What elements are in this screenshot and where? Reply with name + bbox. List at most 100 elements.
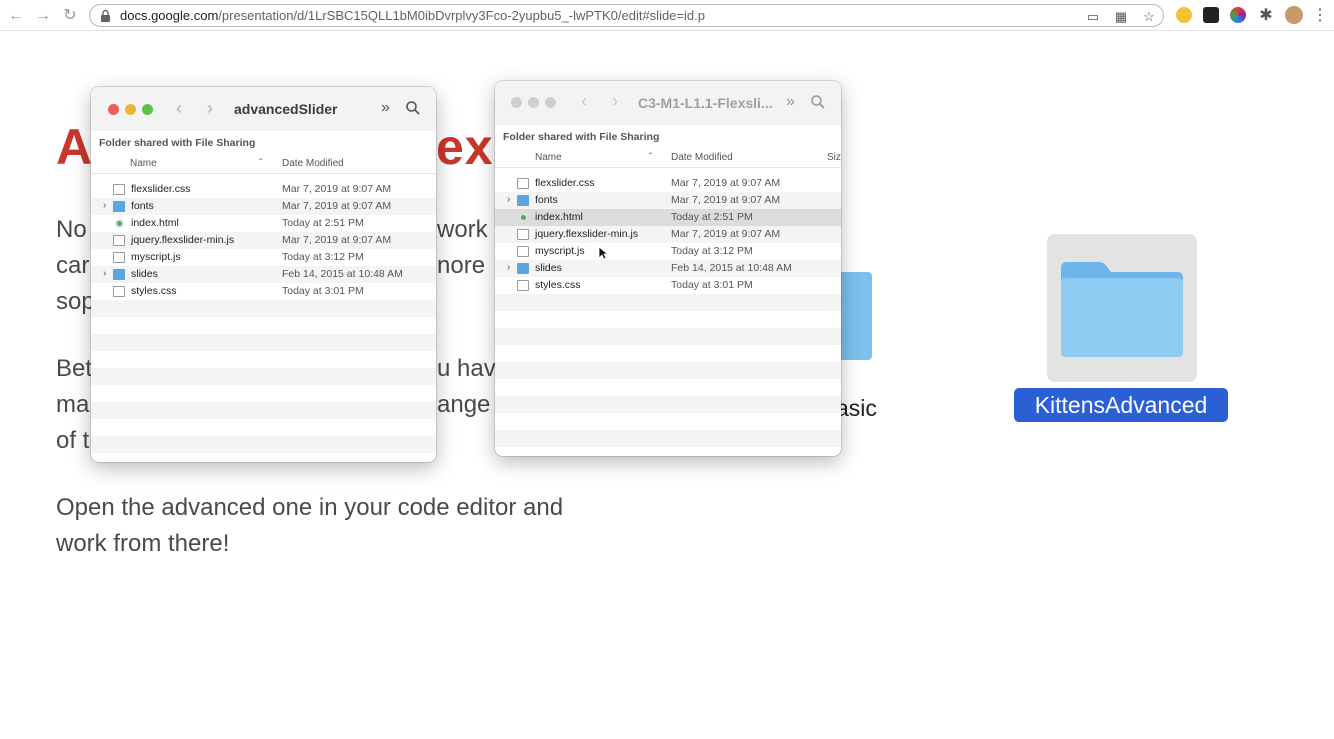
folder-icon xyxy=(517,195,529,206)
file-row[interactable]: flexslider.css Mar 7, 2019 at 9:07 AM xyxy=(495,175,841,192)
back-icon[interactable]: ← xyxy=(6,6,26,26)
empty-row xyxy=(91,334,436,351)
file-row[interactable]: index.html Today at 2:51 PM xyxy=(91,215,436,232)
file-row[interactable]: flexslider.css Mar 7, 2019 at 9:07 AM xyxy=(91,181,436,198)
file-date: Today at 2:51 PM xyxy=(282,217,364,229)
folder-row[interactable]: › fonts Mar 7, 2019 at 9:07 AM xyxy=(91,198,436,215)
disclosure-icon[interactable]: › xyxy=(103,268,106,279)
file-row[interactable]: jquery.flexslider-min.js Mar 7, 2019 at … xyxy=(91,232,436,249)
back-arrow-icon[interactable]: ‹ xyxy=(176,98,182,119)
column-header: Name ˆ Date Modified Siz xyxy=(495,148,841,168)
avatar[interactable] xyxy=(1285,6,1303,24)
para2-line3: of t xyxy=(56,427,90,454)
search-icon[interactable] xyxy=(811,95,825,109)
kittens-advanced-label[interactable]: KittensAdvanced xyxy=(1014,388,1228,422)
para1-line1-right: work xyxy=(437,216,488,243)
finder-title: C3-M1-L1.1-Flexsli... xyxy=(638,95,773,111)
close-button[interactable] xyxy=(511,97,522,108)
column-date[interactable]: Date Modified xyxy=(282,158,344,169)
file-name: jquery.flexslider-min.js xyxy=(535,228,639,240)
file-name: jquery.flexslider-min.js xyxy=(131,234,235,246)
para1-line2-right: nore xyxy=(437,252,486,279)
file-date: Today at 3:12 PM xyxy=(282,251,364,263)
back-arrow-icon[interactable]: ‹ xyxy=(581,91,587,112)
more-chevron-icon[interactable]: » xyxy=(381,99,390,117)
screen: ← → ↻ docs.google.com/presentation/d/1Lr… xyxy=(0,0,1334,739)
folder-row[interactable]: › slides Feb 14, 2015 at 10:48 AM xyxy=(91,266,436,283)
menu-icon[interactable]: ⋮ xyxy=(1310,6,1330,26)
mouse-cursor-icon xyxy=(598,246,608,260)
cast-icon[interactable]: ▭ xyxy=(1085,9,1101,25)
kittens-advanced-folder[interactable] xyxy=(1047,234,1197,382)
more-chevron-icon[interactable]: » xyxy=(786,93,795,111)
forward-icon[interactable]: → xyxy=(33,6,53,26)
kittens-basic-folder-icon[interactable] xyxy=(836,272,872,360)
column-name[interactable]: Name xyxy=(130,158,157,169)
empty-row xyxy=(91,402,436,419)
url-path: /presentation/d/1LrSBC15QLL1bM0ibDvrplvy… xyxy=(218,8,705,23)
para1-line3: sop xyxy=(56,288,95,315)
empty-row xyxy=(495,430,841,447)
finder-window-advanced: ‹ › advancedSlider » Folder shared with … xyxy=(91,87,436,462)
disclosure-icon[interactable]: › xyxy=(507,262,510,273)
empty-row xyxy=(495,396,841,413)
empty-row xyxy=(91,300,436,317)
file-row[interactable]: myscript.js Today at 3:12 PM xyxy=(495,243,841,260)
empty-row xyxy=(91,436,436,453)
folder-row[interactable]: › fonts Mar 7, 2019 at 9:07 AM xyxy=(495,192,841,209)
kittens-basic-label[interactable]: asic xyxy=(836,390,877,426)
notion-icon[interactable] xyxy=(1203,7,1219,23)
file-date: Today at 3:01 PM xyxy=(671,279,753,291)
sort-chevron-icon: ˆ xyxy=(649,152,653,163)
puzzle-icon[interactable]: ✱ xyxy=(1256,6,1276,26)
browser-toolbar: ← → ↻ docs.google.com/presentation/d/1Lr… xyxy=(0,0,1334,31)
folder-row[interactable]: › slides Feb 14, 2015 at 10:48 AM xyxy=(495,260,841,277)
file-name: fonts xyxy=(131,200,154,212)
para1-line2: car xyxy=(56,252,90,279)
file-row-selected[interactable]: index.html Today at 2:51 PM xyxy=(495,209,841,226)
forward-arrow-icon[interactable]: › xyxy=(612,91,618,112)
file-row[interactable]: myscript.js Today at 3:12 PM xyxy=(91,249,436,266)
file-name: flexslider.css xyxy=(131,183,191,195)
zoom-button[interactable] xyxy=(545,97,556,108)
para2-line2-right: ange xyxy=(437,391,491,418)
search-icon[interactable] xyxy=(406,101,420,115)
zoom-button[interactable] xyxy=(142,104,153,115)
disclosure-icon[interactable]: › xyxy=(103,200,106,211)
file-date: Mar 7, 2019 at 9:07 AM xyxy=(671,194,781,206)
para2-line1: Bet xyxy=(56,355,93,382)
folder-icon xyxy=(113,201,125,212)
minimize-button[interactable] xyxy=(125,104,136,115)
file-name: fonts xyxy=(535,194,558,206)
minimize-button[interactable] xyxy=(528,97,539,108)
extension-color-icon[interactable] xyxy=(1230,7,1246,23)
file-name: flexslider.css xyxy=(535,177,595,189)
file-row[interactable]: styles.css Today at 3:01 PM xyxy=(91,283,436,300)
finder-section-label: Folder shared with File Sharing xyxy=(503,131,660,143)
column-date[interactable]: Date Modified xyxy=(671,152,733,163)
extension-yellow-icon[interactable] xyxy=(1176,7,1192,23)
file-date: Mar 7, 2019 at 9:07 AM xyxy=(282,200,392,212)
file-name: slides xyxy=(131,268,158,280)
column-size[interactable]: Siz xyxy=(827,152,841,163)
disclosure-icon[interactable]: › xyxy=(507,194,510,205)
url-host: docs.google.com xyxy=(120,8,219,23)
column-header: Name ˆ Date Modified xyxy=(91,154,436,174)
file-name: styles.css xyxy=(535,279,581,291)
empty-row xyxy=(495,362,841,379)
column-name[interactable]: Name xyxy=(535,152,562,163)
finder-titlebar: ‹ › C3-M1-L1.1-Flexsli... » xyxy=(495,81,841,125)
file-row[interactable]: styles.css Today at 3:01 PM xyxy=(495,277,841,294)
para3-line1: Open the advanced one in your code edito… xyxy=(56,494,564,521)
star-icon[interactable]: ☆ xyxy=(1141,9,1157,25)
file-row[interactable]: jquery.flexslider-min.js Mar 7, 2019 at … xyxy=(495,226,841,243)
address-bar[interactable]: docs.google.com/presentation/d/1LrSBC15Q… xyxy=(89,4,1164,27)
reload-icon[interactable]: ↻ xyxy=(60,6,80,26)
file-date: Today at 2:51 PM xyxy=(671,211,753,223)
grid-icon[interactable]: ▦ xyxy=(1113,9,1129,25)
folder-icon xyxy=(517,263,529,274)
forward-arrow-icon[interactable]: › xyxy=(207,98,213,119)
para1-line1: No xyxy=(56,216,87,243)
close-button[interactable] xyxy=(108,104,119,115)
file-date: Mar 7, 2019 at 9:07 AM xyxy=(671,228,781,240)
